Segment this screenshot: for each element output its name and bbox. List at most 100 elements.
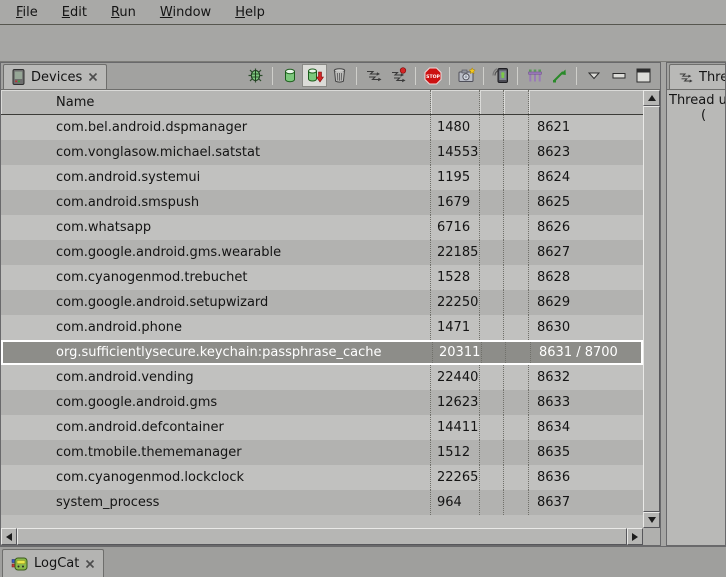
cell-blank2 bbox=[504, 490, 529, 515]
minimize-view-button[interactable] bbox=[606, 64, 631, 87]
cell-port: 8627 bbox=[529, 240, 643, 265]
column-header-blank1[interactable] bbox=[480, 90, 504, 114]
table-row[interactable]: com.android.defcontainer144118634 bbox=[1, 415, 643, 440]
debug-process-button[interactable] bbox=[243, 64, 268, 87]
cell-blank1 bbox=[480, 140, 504, 165]
menu-help[interactable]: Help bbox=[223, 2, 277, 23]
capture-systrace-button[interactable] bbox=[488, 64, 513, 87]
heap-cylinder-icon bbox=[282, 67, 298, 84]
scroll-up-button[interactable] bbox=[643, 90, 660, 106]
table-row[interactable]: com.google.android.gms126238633 bbox=[1, 390, 643, 415]
scroll-left-button[interactable] bbox=[1, 528, 17, 545]
camera-icon bbox=[458, 67, 476, 84]
table-row[interactable]: com.cyanogenmod.lockclock222658636 bbox=[1, 465, 643, 490]
tab-logcat[interactable]: LogCat bbox=[2, 549, 104, 577]
cell-process-name: system_process bbox=[1, 490, 431, 515]
menu-file[interactable]: File bbox=[4, 2, 50, 23]
column-header-name[interactable]: Name bbox=[1, 90, 431, 114]
column-header-pid[interactable] bbox=[431, 90, 480, 114]
arrow-right-icon bbox=[632, 533, 638, 541]
cell-blank2 bbox=[504, 165, 529, 190]
column-header-port[interactable] bbox=[529, 90, 643, 114]
menu-edit[interactable]: Edit bbox=[50, 2, 99, 23]
tab-threads[interactable]: Threads bbox=[669, 64, 726, 89]
close-icon[interactable] bbox=[88, 72, 98, 82]
trash-icon bbox=[332, 67, 347, 84]
cause-gc-button[interactable] bbox=[327, 64, 352, 87]
tab-logcat-label: LogCat bbox=[34, 556, 79, 571]
vertical-scroll-thumb[interactable] bbox=[643, 106, 660, 512]
cell-process-name: com.android.phone bbox=[1, 315, 431, 340]
vertical-scrollbar[interactable] bbox=[643, 90, 660, 528]
horizontal-scrollbar[interactable] bbox=[1, 528, 643, 545]
update-heap-button[interactable] bbox=[277, 64, 302, 87]
table-row-selected[interactable]: org.sufficientlysecure.keychain:passphra… bbox=[1, 340, 643, 365]
main-toolbar bbox=[0, 25, 726, 62]
devices-view: Devices bbox=[0, 62, 661, 546]
devices-view-toolbar: STOP bbox=[243, 62, 660, 89]
cell-port: 8626 bbox=[529, 215, 643, 240]
cell-process-name: com.cyanogenmod.trebuchet bbox=[1, 265, 431, 290]
scroll-right-button[interactable] bbox=[627, 528, 643, 545]
tab-devices[interactable]: Devices bbox=[3, 64, 107, 89]
cell-process-name: com.google.android.gms bbox=[1, 390, 431, 415]
purple-columns-icon bbox=[527, 68, 543, 84]
update-threads-button[interactable] bbox=[361, 64, 386, 87]
device-table-rows: com.bel.android.dspmanager14808621com.vo… bbox=[1, 115, 643, 528]
cell-process-name: com.android.vending bbox=[1, 365, 431, 390]
table-row[interactable]: com.google.android.gms.wearable221858627 bbox=[1, 240, 643, 265]
table-row[interactable]: system_process964 8637 bbox=[1, 490, 643, 515]
table-row[interactable]: com.whatsapp67168626 bbox=[1, 215, 643, 240]
cell-pid: 964 bbox=[431, 490, 480, 515]
table-row[interactable]: com.tmobile.thememanager15128635 bbox=[1, 440, 643, 465]
maximize-icon bbox=[636, 68, 651, 83]
cell-port: 8621 bbox=[529, 115, 643, 140]
table-row[interactable]: com.vonglasow.michael.satstat145538623 bbox=[1, 140, 643, 165]
heap-dump-red-arrow-icon bbox=[306, 67, 324, 84]
cell-blank1 bbox=[482, 342, 506, 363]
cell-process-name: com.tmobile.thememanager bbox=[1, 440, 431, 465]
cell-blank2 bbox=[504, 315, 529, 340]
threads-message-line2: ( bbox=[669, 108, 725, 123]
menu-window[interactable]: Window bbox=[148, 2, 223, 23]
close-icon[interactable] bbox=[85, 559, 95, 569]
table-row[interactable]: com.cyanogenmod.trebuchet15288628 bbox=[1, 265, 643, 290]
table-row[interactable]: com.android.vending224408632 bbox=[1, 365, 643, 390]
capture-trace-button[interactable] bbox=[522, 64, 547, 87]
cell-blank1 bbox=[480, 315, 504, 340]
dump-hprof-button[interactable] bbox=[302, 64, 327, 87]
table-row[interactable]: com.google.android.setupwizard222508629 bbox=[1, 290, 643, 315]
cell-blank2 bbox=[504, 365, 529, 390]
cell-port: 8629 bbox=[529, 290, 643, 315]
cell-pid: 14553 bbox=[431, 140, 480, 165]
toolbar-separator bbox=[272, 67, 273, 85]
table-row[interactable]: com.android.smspush16798625 bbox=[1, 190, 643, 215]
stop-process-button[interactable]: STOP bbox=[420, 64, 445, 87]
cell-blank1 bbox=[480, 165, 504, 190]
cell-blank1 bbox=[480, 390, 504, 415]
column-header-blank2[interactable] bbox=[504, 90, 529, 114]
table-row[interactable]: com.bel.android.dspmanager14808621 bbox=[1, 115, 643, 140]
minimize-icon bbox=[612, 72, 626, 80]
scroll-down-button[interactable] bbox=[643, 512, 660, 528]
cell-pid: 20311 bbox=[433, 342, 482, 363]
menu-run[interactable]: Run bbox=[99, 2, 148, 23]
threads-content: Thread up ( bbox=[667, 90, 725, 545]
cell-pid: 6716 bbox=[431, 215, 480, 240]
start-opengl-trace-button[interactable] bbox=[547, 64, 572, 87]
horizontal-scroll-thumb[interactable] bbox=[17, 528, 627, 545]
table-row[interactable]: com.android.phone14718630 bbox=[1, 315, 643, 340]
threads-message-line1: Thread up bbox=[669, 93, 725, 108]
view-menu-button[interactable] bbox=[581, 64, 606, 87]
maximize-view-button[interactable] bbox=[631, 64, 656, 87]
table-row[interactable]: com.android.systemui11958624 bbox=[1, 165, 643, 190]
device-table-header: Name bbox=[1, 90, 643, 115]
screen-capture-button[interactable] bbox=[454, 64, 479, 87]
start-method-profiling-button[interactable] bbox=[386, 64, 411, 87]
cell-port: 8637 bbox=[529, 490, 643, 515]
cell-pid: 12623 bbox=[431, 390, 480, 415]
cell-pid: 22250 bbox=[431, 290, 480, 315]
cell-port: 8628 bbox=[529, 265, 643, 290]
cell-port: 8630 bbox=[529, 315, 643, 340]
toolbar-separator bbox=[415, 67, 416, 85]
